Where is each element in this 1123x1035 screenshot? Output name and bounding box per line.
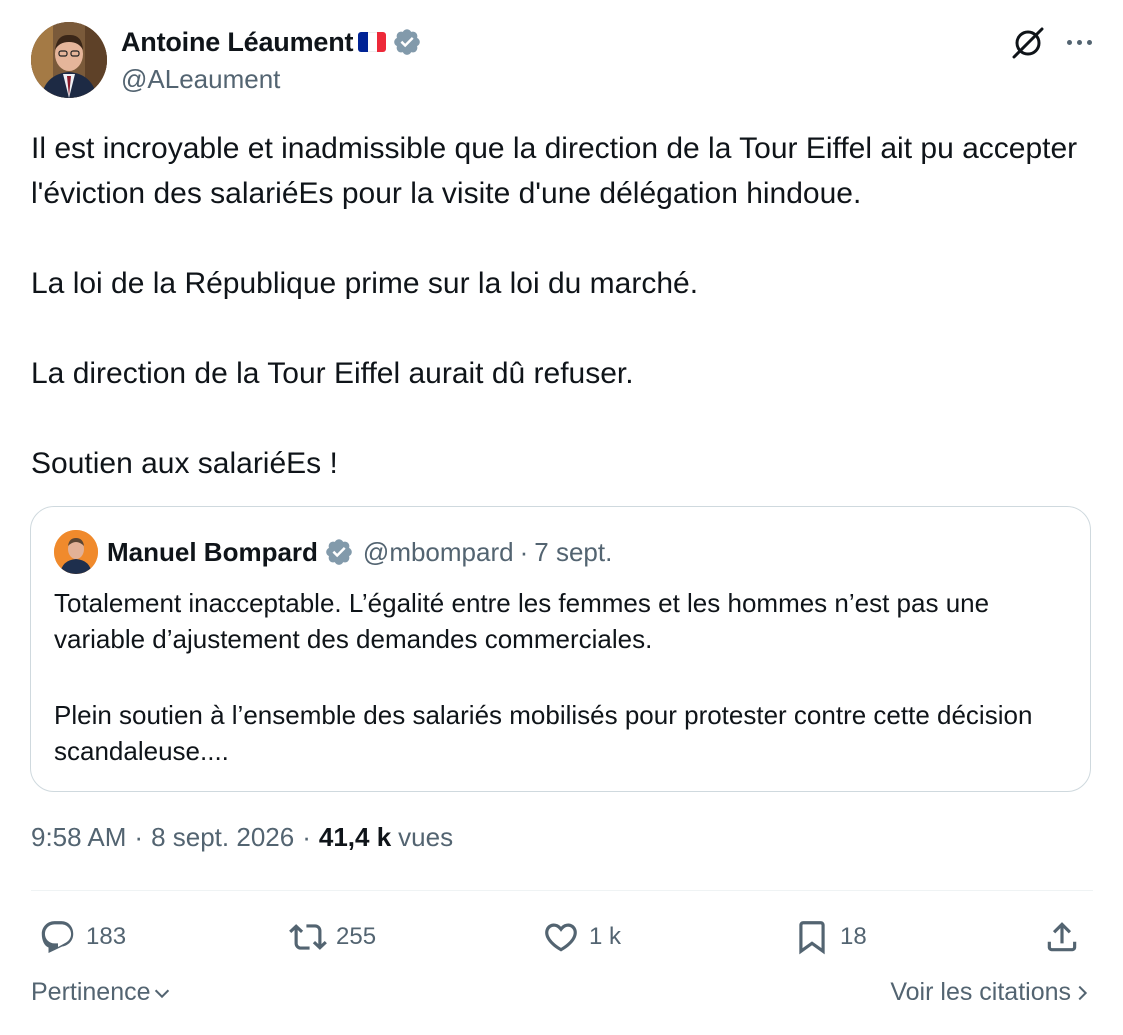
sort-dropdown[interactable]: Pertinence [31,978,173,1007]
like-icon [545,923,577,952]
tweet-paragraph: La loi de la République prime sur la loi… [31,267,699,300]
tweet-time[interactable]: 9:58 AM [31,822,126,853]
quoted-author-avatar [54,530,98,574]
repost-button[interactable]: 255 [289,912,376,962]
tweet-header: Antoine Léaument @ALeaument [31,22,1101,100]
verified-badge-icon [326,539,352,565]
action-bar: 183 255 1 k 18 [31,912,1093,962]
separator-dot: · [134,822,144,852]
quoted-paragraph: Plein soutien à l’ensemble des salariés … [54,700,1033,766]
divider [31,890,1093,891]
share-button[interactable] [1043,912,1090,962]
quoted-tweet-date: 7 sept. [534,536,613,567]
author-name[interactable]: Antoine Léaument [121,27,354,58]
share-icon [1047,922,1077,952]
bookmark-count: 18 [840,923,867,950]
tweet-text: Il est incroyable et inadmissible que la… [31,126,1101,486]
quoted-tweet[interactable]: Manuel Bompard @mbompard · 7 sept. Total… [30,506,1091,792]
reply-icon [41,921,74,954]
view-quotes-link[interactable]: Voir les citations [890,978,1093,1007]
quoted-paragraph: Totalement inacceptable. L’égalité entre… [54,588,990,654]
quoted-author-name: Manuel Bompard [107,536,318,567]
sort-label: Pertinence [31,978,151,1006]
author-avatar[interactable] [31,22,107,98]
tweet-footer: Pertinence Voir les citations [31,978,1093,1014]
tweet-meta: 9:58 AM · 8 sept. 2026 · 41,4 k vues [31,822,453,853]
reply-button[interactable]: 183 [39,912,126,962]
author-handle[interactable]: @ALeaument [121,64,422,95]
verified-badge-icon[interactable] [392,27,422,57]
repost-icon [289,924,327,950]
more-icon[interactable] [1057,22,1101,62]
tweet-paragraph: Il est incroyable et inadmissible que la… [31,132,1078,210]
grok-icon[interactable] [1011,26,1045,60]
views-count[interactable]: 41,4 k [319,822,391,853]
separator-dot: · [302,822,311,852]
quoted-tweet-text: Totalement inacceptable. L’égalité entre… [54,585,1064,769]
quoted-author-handle: @mbompard [362,536,514,567]
tweet-paragraph: Soutien aux salariéEs ! [31,447,338,480]
tweet-date[interactable]: 8 sept. 2026 [151,822,294,853]
like-count: 1 k [589,923,622,950]
bookmark-button[interactable]: 18 [793,912,867,962]
views-label: vues [398,822,454,852]
chevron-down-icon [154,989,169,998]
view-quotes-label: Voir les citations [890,978,1071,1006]
reply-count: 183 [86,923,127,950]
bookmark-icon [799,921,825,955]
repost-count: 255 [336,923,377,950]
tweet-paragraph: La direction de la Tour Eiffel aurait dû… [31,357,634,390]
like-button[interactable]: 1 k [542,912,621,962]
french-flag-icon [358,32,387,52]
separator-dot: · [519,536,529,567]
chevron-right-icon [1078,985,1088,1000]
